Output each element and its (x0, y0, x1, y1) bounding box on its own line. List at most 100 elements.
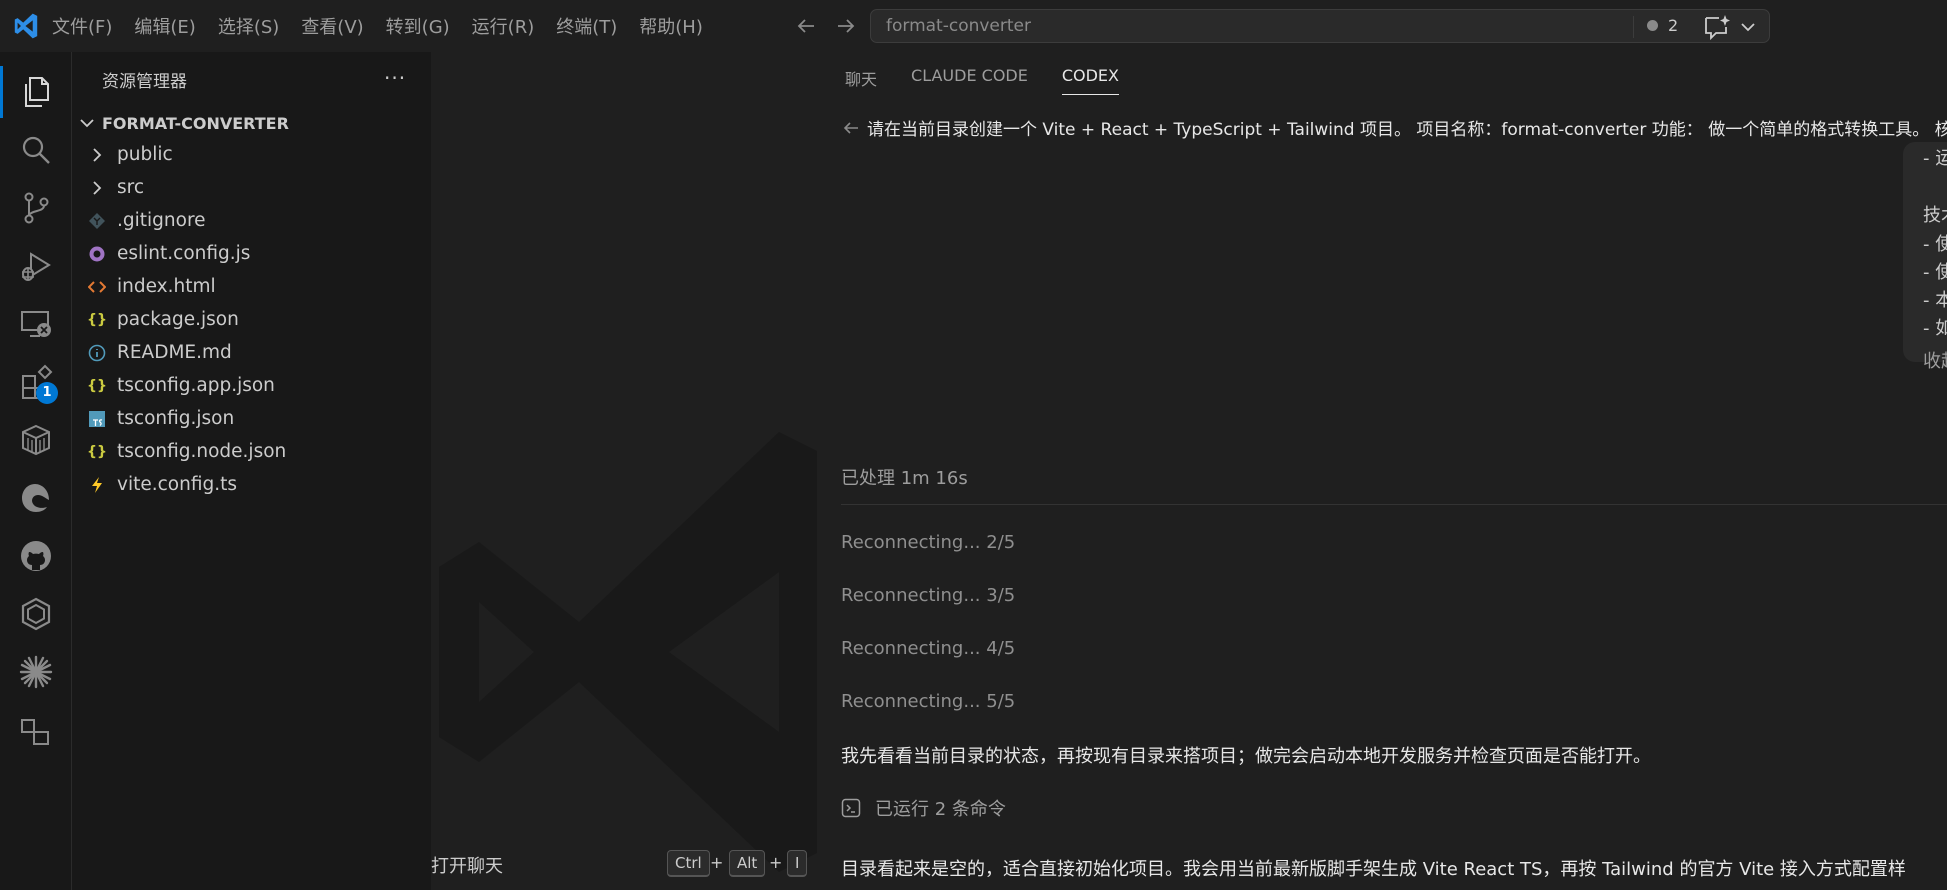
panel-tabs: 聊天 CLAUDE CODE CODEX (845, 66, 1153, 95)
workspace-root-label: FORMAT-CONVERTER (102, 113, 289, 133)
tree-item-src[interactable]: src (72, 171, 431, 204)
json-file-icon: {} (87, 311, 107, 328)
key-ctrl: Ctrl (667, 850, 710, 877)
bubble-line: - 如 (1923, 318, 1947, 339)
ran-commands-label: 已运行 2 条命令 (875, 799, 1006, 820)
tree-item-label: package.json (117, 309, 239, 330)
tree-item-readme[interactable]: README.md (72, 336, 431, 369)
back-arrow-icon[interactable] (841, 118, 861, 138)
forward-arrow-icon[interactable] (834, 14, 858, 38)
bubble-line: - 使 (1923, 234, 1947, 255)
collapse-link[interactable]: 收起 (1923, 347, 1947, 373)
tree-item-package-json[interactable]: {} package.json (72, 303, 431, 336)
claude-icon[interactable] (0, 642, 72, 702)
title-bar: 文件(F) 编辑(E) 选择(S) 查看(V) 转到(G) 运行(R) 终端(T… (0, 0, 1947, 52)
tree-item-public[interactable]: public (72, 138, 431, 171)
tab-chat[interactable]: 聊天 (845, 66, 877, 95)
tree-item-label: .gitignore (117, 210, 206, 231)
workspace-root[interactable]: FORMAT-CONVERTER (78, 109, 289, 137)
menu-terminal[interactable]: 终端(T) (556, 13, 617, 39)
html-file-icon (88, 280, 106, 293)
open-chat-label: 打开聊天 (431, 856, 503, 877)
menu-view[interactable]: 查看(V) (301, 13, 363, 39)
package-icon[interactable] (0, 410, 72, 470)
explorer-title: 资源管理器 (102, 72, 187, 92)
command-center-text: format-converter (886, 16, 1031, 36)
remote-explorer-icon[interactable] (0, 294, 72, 354)
reconnecting-status: Reconnecting... 2/5 (841, 532, 1016, 553)
vscode-watermark-icon (439, 432, 817, 872)
problems-indicator[interactable]: 2 (1647, 16, 1678, 35)
tree-item-eslint-config[interactable]: eslint.config.js (72, 237, 431, 270)
menu-edit[interactable]: 编辑(E) (134, 13, 195, 39)
extensions-icon[interactable]: 1 (0, 352, 72, 412)
json-file-icon: {} (87, 443, 107, 460)
github-icon[interactable] (0, 526, 72, 586)
reconnecting-status: Reconnecting... 4/5 (841, 638, 1016, 659)
menu-help[interactable]: 帮助(H) (639, 13, 703, 39)
info-icon (88, 344, 106, 361)
source-control-icon[interactable] (0, 178, 72, 238)
menu-go[interactable]: 转到(G) (386, 13, 450, 39)
json-file-icon: {} (87, 377, 107, 394)
terminal-icon (841, 798, 861, 818)
thread-title: 请在当前目录创建一个 Vite + React + TypeScript + T… (867, 120, 1947, 140)
command-center[interactable]: format-converter 2 (870, 9, 1770, 43)
chevron-down-icon[interactable] (1737, 16, 1759, 38)
typescript-icon (89, 410, 105, 427)
tree-item-label: tsconfig.json (117, 408, 235, 429)
editor-empty-area: 打开聊天 Ctrl + Alt + I (431, 52, 817, 890)
explorer-icon[interactable] (0, 62, 72, 122)
shortcut-plus: + (710, 853, 724, 872)
reconnecting-status: Reconnecting... 3/5 (841, 585, 1016, 606)
ran-commands-toggle[interactable]: 已运行 2 条命令 (841, 795, 1006, 821)
assistant-message: 目录看起来是空的，适合直接初始化项目。我会用当前最新版脚手架生成 Vite Re… (841, 859, 1906, 880)
bubble-line: - 本 (1923, 290, 1947, 311)
problems-count: 2 (1668, 16, 1679, 35)
tree-item-label: src (117, 177, 145, 198)
tree-item-label: tsconfig.node.json (117, 441, 287, 462)
chevron-down-icon (80, 119, 94, 128)
tab-codex[interactable]: CODEX (1061, 66, 1119, 95)
git-file-icon (89, 212, 105, 229)
shortcut-plus: + (769, 853, 783, 872)
edge-icon[interactable] (0, 468, 72, 528)
layout-icon[interactable] (0, 700, 72, 760)
tree-item-gitignore[interactable]: .gitignore (72, 204, 431, 237)
menu-file[interactable]: 文件(F) (52, 13, 112, 39)
reconnecting-status: Reconnecting... 5/5 (841, 691, 1016, 712)
vite-lightning-icon (92, 476, 102, 493)
tab-claude-code[interactable]: CLAUDE CODE (911, 66, 1028, 95)
tree-item-label: tsconfig.app.json (117, 375, 275, 396)
tree-item-vite-config[interactable]: vite.config.ts (72, 468, 431, 501)
menu-selection[interactable]: 选择(S) (218, 13, 279, 39)
tree-item-label: README.md (117, 342, 232, 363)
back-arrow-icon[interactable] (794, 14, 818, 38)
search-icon[interactable] (0, 120, 72, 180)
chat-sparkle-icon[interactable] (1702, 13, 1732, 41)
processed-duration[interactable]: 已处理 1m 16s (841, 464, 968, 490)
bubble-line: - 使 (1923, 262, 1947, 283)
chevron-right-icon (93, 147, 102, 162)
activity-bar: 1 (0, 52, 72, 890)
tree-item-tsconfig[interactable]: tsconfig.json (72, 402, 431, 435)
chat-panel: 聊天 CLAUDE CODE CODEX 请在当前目录创建一个 Vite + R… (817, 52, 1947, 890)
chevron-right-icon (93, 180, 102, 195)
tree-item-index-html[interactable]: index.html (72, 270, 431, 303)
tree-item-label: eslint.config.js (117, 243, 251, 264)
key-i: I (787, 850, 808, 877)
menu-run[interactable]: 运行(R) (472, 13, 535, 39)
bubble-line: - 运 (1923, 148, 1947, 169)
tree-item-label: vite.config.ts (117, 474, 237, 495)
tree-item-tsconfig-app[interactable]: {} tsconfig.app.json (72, 369, 431, 402)
menu-bar: 文件(F) 编辑(E) 选择(S) 查看(V) 转到(G) 运行(R) 终端(T… (52, 0, 725, 52)
run-debug-icon[interactable] (0, 236, 72, 296)
tree-item-tsconfig-node[interactable]: {} tsconfig.node.json (72, 435, 431, 468)
key-alt: Alt (729, 850, 766, 877)
more-actions-icon[interactable]: ··· (384, 66, 406, 90)
eslint-icon (89, 246, 105, 261)
gitlens-icon[interactable] (0, 584, 72, 644)
extensions-badge: 1 (36, 382, 58, 404)
problems-dot-icon (1647, 20, 1658, 31)
file-tree: public src .gitignore eslint.config.js i… (72, 138, 431, 501)
